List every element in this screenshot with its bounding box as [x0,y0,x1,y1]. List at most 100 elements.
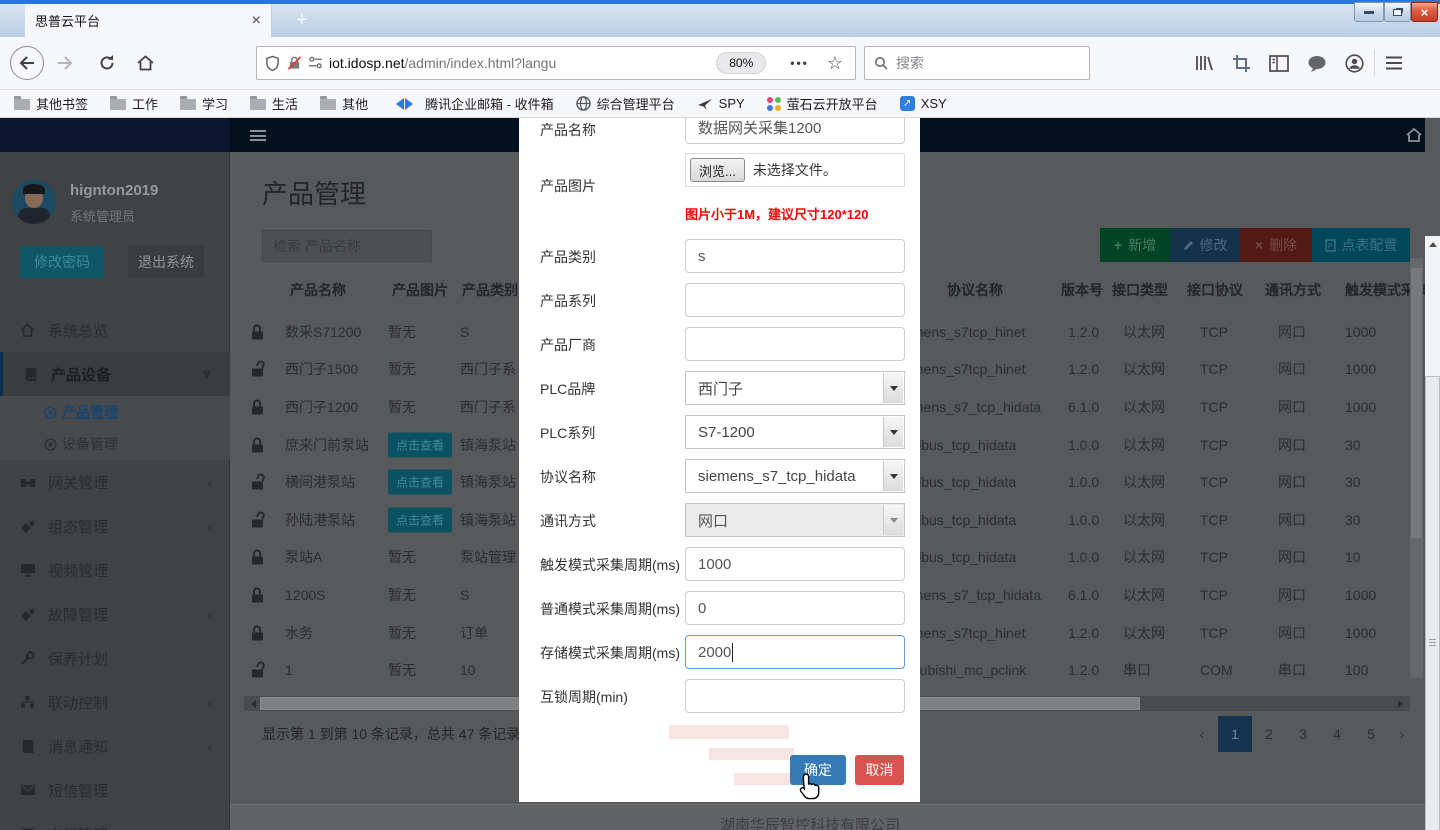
page-actions-icon[interactable]: ••• [790,56,809,70]
sidebar-item-space[interactable]: 空间管理 [0,812,230,830]
minimize-button[interactable] [1354,2,1384,22]
add-button[interactable]: +新增 [1100,228,1170,262]
dropdown-arrow-icon[interactable] [883,373,903,403]
cell-category: 泵站管理 [460,547,516,567]
pagination-page[interactable]: 4 [1320,716,1354,752]
sidebar-item-device-mgmt[interactable]: 设备管理 [0,428,230,460]
plc-brand-select[interactable]: 西门子 [685,371,905,405]
new-tab-button[interactable]: + [282,4,322,37]
edit-button[interactable]: 修改 [1170,228,1240,262]
scroll-left-icon[interactable] [247,700,256,708]
cell-product-image[interactable]: 暂无 [388,322,416,342]
bookmark-spy[interactable]: SPY [697,96,745,111]
delete-button[interactable]: ×删除 [1240,228,1312,262]
cell-product-image[interactable]: 点击查看 [388,507,452,532]
pocket-chat-icon[interactable] [1307,55,1327,72]
screenshot-icon[interactable] [1232,54,1251,73]
back-button[interactable] [10,46,44,80]
search-input[interactable]: 搜索 [864,46,1090,80]
sidebar-submenu: 产品管理 设备管理 [0,396,230,460]
sidebar-item-gateway[interactable]: 网关管理 ‹ [0,460,230,504]
vertical-scrollbar[interactable] [1425,236,1440,830]
category-input[interactable]: s [685,239,905,273]
product-image-file-input[interactable]: 浏览... 未选择文件。 [685,153,905,187]
cell-product-image[interactable]: 暂无 [388,359,416,379]
sidebars-icon[interactable] [1269,55,1289,72]
scroll-up-button[interactable] [1425,236,1440,253]
account-icon[interactable] [1345,54,1364,73]
vertical-scroll-thumb[interactable] [1425,376,1440,830]
cell-product-image[interactable]: 暂无 [388,397,416,417]
bookmark-folder-life[interactable]: 生活 [250,94,298,113]
bookmark-folder-work[interactable]: 工作 [110,94,158,113]
pagination-page[interactable]: 3 [1286,716,1320,752]
sidebar-toggle-icon[interactable] [250,130,266,141]
sidebar-item-fault[interactable]: 故障管理 ‹ [0,592,230,636]
sidebar-item-products[interactable]: 产品设备 ∨ [0,352,230,396]
lock-icon [252,512,264,527]
series-input[interactable] [685,283,905,317]
tab-close-icon[interactable]: × [252,13,261,29]
bookmark-mgmt-platform[interactable]: 综合管理平台 [576,94,675,113]
browse-button[interactable]: 浏览... [690,158,745,182]
logout-button[interactable]: 退出系统 [128,246,204,278]
pagination-next[interactable]: › [1390,716,1414,752]
dropdown-arrow-icon[interactable] [883,461,903,491]
sidebar-item-video[interactable]: 视频管理 [0,548,230,592]
sidebar-item-maintenance[interactable]: 保养计划 [0,636,230,680]
inner-vertical-scrollbar[interactable] [1410,258,1423,678]
bookmark-folder-study[interactable]: 学习 [180,94,228,113]
bookmark-ys7-platform[interactable]: 萤石云开放平台 [767,94,878,113]
cell-product-image[interactable]: 暂无 [388,585,416,605]
product-name-input[interactable]: 数据网关采集1200 [685,118,905,144]
bookmark-folder-other[interactable]: 其他书签 [14,94,88,113]
forward-button[interactable] [50,48,80,78]
library-icon[interactable] [1194,54,1214,72]
point-table-config-button[interactable]: P点表配置 [1312,228,1410,262]
bookmark-tencent-mail[interactable]: 腾讯企业邮箱 - 收件箱 [390,94,554,113]
navbar-home-icon[interactable] [1405,127,1423,143]
normal-cycle-input[interactable]: 0 [685,591,905,625]
close-button[interactable]: × [1411,2,1438,22]
sidebar-item-overview[interactable]: 系统总览 [0,308,230,352]
browser-tab[interactable]: 思普云平台 × [25,4,272,37]
change-password-button[interactable]: 修改密码 [20,246,104,278]
cell-product-image[interactable]: 暂无 [388,660,416,680]
reload-button[interactable] [92,48,122,78]
plc-series-select[interactable]: S7-1200 [685,415,905,449]
inner-scroll-thumb[interactable] [1411,268,1422,538]
restore-button[interactable] [1384,2,1411,22]
pagination-prev[interactable]: ‹ [1190,716,1214,752]
cell-interface-type: 以太网 [1123,322,1165,342]
menu-icon[interactable] [1385,56,1403,70]
cell-product-image[interactable]: 暂无 [388,623,416,643]
trigger-cycle-input[interactable]: 1000 [685,547,905,581]
sidebar-item-notifications[interactable]: 消息通知 ‹ [0,724,230,768]
vendor-input[interactable] [685,327,905,361]
protocol-select[interactable]: siemens_s7_tcp_hidata [685,459,905,493]
dropdown-arrow-icon[interactable] [883,417,903,447]
sidebar-item-sms[interactable]: 短信管理 [0,768,230,812]
pagination-page[interactable]: 2 [1252,716,1286,752]
bookmark-folder-misc[interactable]: 其他 [320,94,368,113]
cell-product-image[interactable]: 暂无 [388,547,416,567]
sidebar-item-linkage[interactable]: 联动控制 ‹ [0,680,230,724]
pagination-page[interactable]: 1 [1218,716,1252,752]
scroll-right-icon[interactable] [1398,700,1407,708]
product-search-input[interactable]: 检索 产品名称 [262,230,432,262]
cell-product-image[interactable]: 点击查看 [388,432,452,457]
scroll-up-icon [1429,238,1437,247]
zoom-level-badge[interactable]: 80% [716,52,766,74]
sidebar-item-product-mgmt[interactable]: 产品管理 [0,396,230,428]
bookmark-xsy[interactable]: ↗XSY [900,96,947,111]
cancel-modal-button[interactable]: 取消 [855,755,904,785]
url-bar[interactable]: iot.idosp.net/admin/index.html?langu 80%… [256,46,856,80]
cell-product-image[interactable]: 点击查看 [388,470,452,495]
sidebar-item-scada[interactable]: 组态管理 ‹ [0,504,230,548]
interlock-cycle-input[interactable] [685,679,905,713]
storage-cycle-input[interactable]: 2000 [685,635,905,669]
record-summary: 显示第 1 到第 10 条记录，总共 47 条记录 [262,724,520,744]
bookmark-star-icon[interactable]: ☆ [827,53,843,74]
pagination-page[interactable]: 5 [1354,716,1388,752]
home-button[interactable] [130,48,160,78]
